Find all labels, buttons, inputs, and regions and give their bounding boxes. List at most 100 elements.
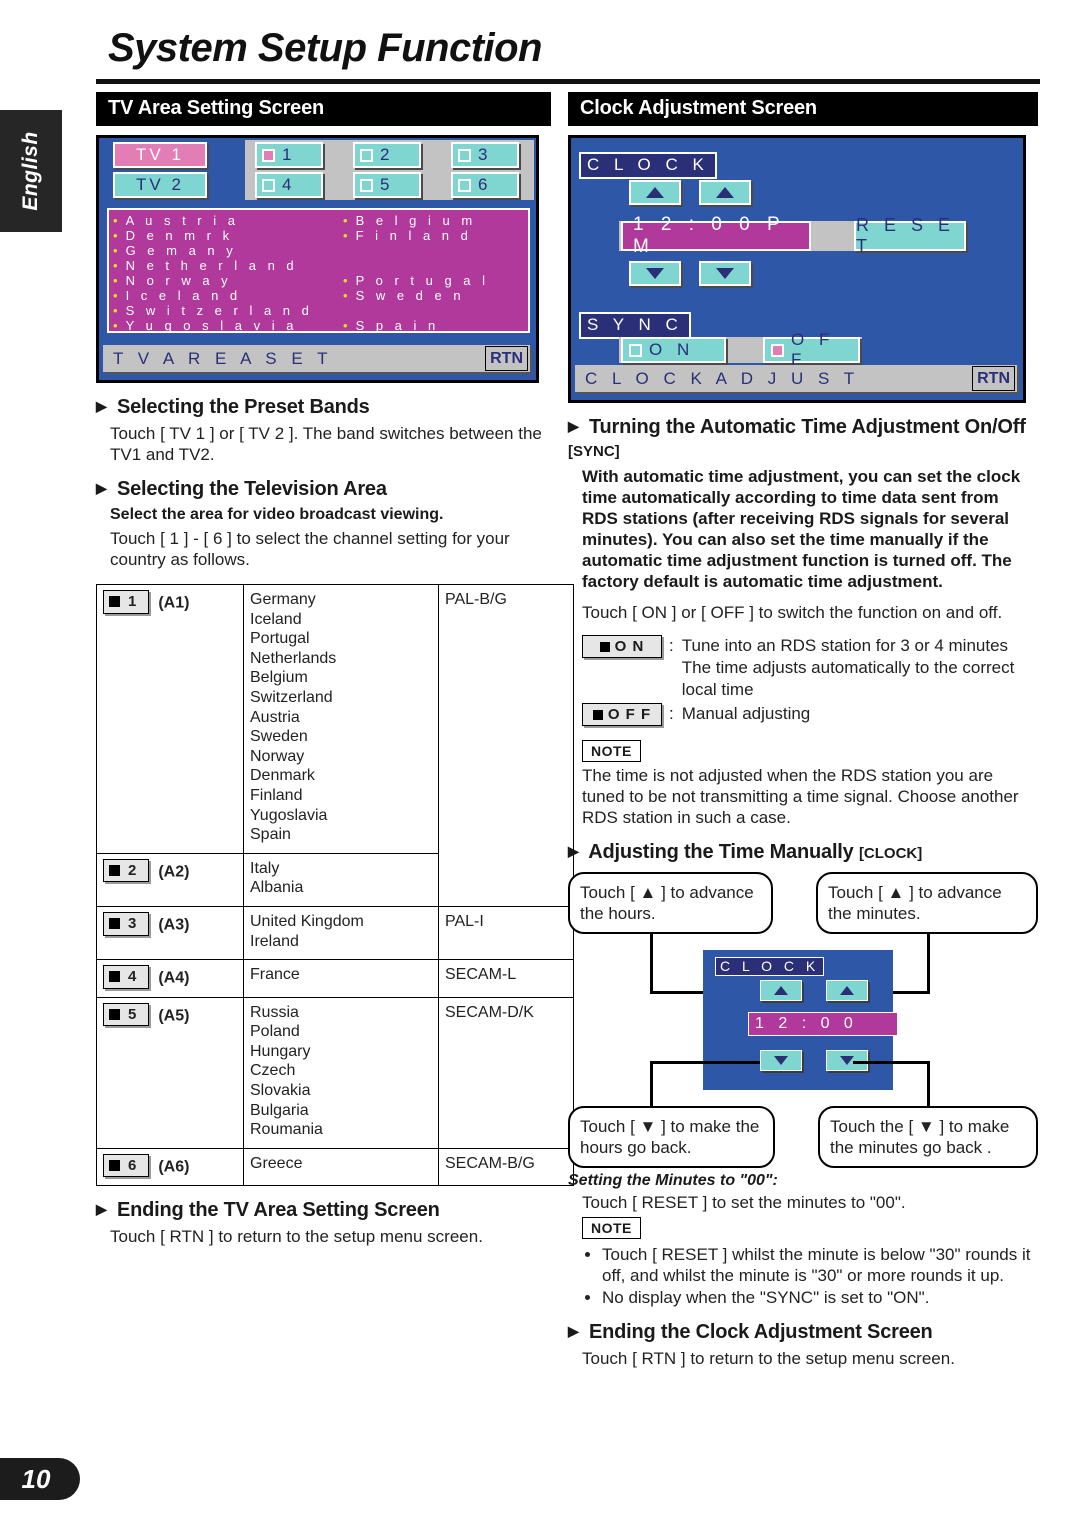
band-button-tv2[interactable]: TV 2 [113,172,207,198]
sync-heading: Turning the Automatic Time Adjustment On… [568,416,1038,462]
table-cell-countries: Italy Albania [243,852,439,907]
sync-on-button[interactable]: O N [621,337,726,363]
clock-screen-return-button[interactable]: RTN [972,366,1015,391]
country-list-row: • A u s t r i a • B e l g i u m [113,213,477,228]
left-section-header: TV Area Setting Screen [96,92,551,126]
preset-button-6[interactable]: 6 [451,172,519,198]
square-icon [109,971,120,983]
bullet-icon: • [113,318,122,333]
triangle-up-icon [840,986,854,995]
preset-chip-6: 6 [103,1153,150,1178]
clock-adjust-screen-illustration: C L O C K 1 2 : 0 0 P M R E S E T S Y N … [568,135,1026,403]
sync-off-button[interactable]: O F F [763,330,860,369]
manual-note-1: Touch [ RESET ] whilst the minute is bel… [602,1244,1038,1286]
mini-hours-up-button[interactable] [760,980,802,1001]
country-list-row: • I c e l a n d • S w e d e n [113,288,465,303]
hours-up-button[interactable] [629,180,681,205]
manual-page: English System Setup Function TV Area Se… [0,0,1080,1535]
country-3: Portugal [250,630,310,648]
country-5: Belgium [250,669,308,687]
title-rule [96,79,1040,84]
sync-definition-list: O N : Tune into an RDS station for 3 or … [582,635,1038,726]
off-description: Manual adjusting [681,704,811,723]
preset-button-3[interactable]: 3 [451,142,519,168]
tv-screen-bottom-bar: T V A R E A S E T RTN [103,345,530,372]
hours-down-button[interactable] [629,261,681,286]
table-row: 3 (A3) United Kingdom Ireland PAL-I [96,905,574,961]
manual-notes-list: Touch [ RESET ] whilst the minute is bel… [588,1244,1038,1308]
country-list-row: • G e m a n y [113,243,237,258]
country-list-panel: • A u s t r i a • B e l g i u m • D e n m r… [107,208,530,333]
manual-adjust-diagram: Touch [ ▲ ] to advance the hours. Touch … [568,872,1038,1168]
square-icon [109,865,120,877]
sync-label-tag: S Y N C [579,312,691,339]
definition-row-on: O N : Tune into an RDS station for 3 or … [582,635,1038,701]
triangle-down-icon [716,268,734,279]
triangle-down-icon [774,1056,788,1065]
on-key-chip[interactable]: O N [582,635,662,658]
mini-minutes-up-button[interactable] [826,980,868,1001]
tv-area-table: 1 (A1) Germany Iceland Portugal Netherla… [96,584,574,1187]
bullet-icon: • [343,288,352,303]
clock-screen-bottom-bar: C L O C K A D J U S T RTN [575,365,1017,392]
preset-button-2[interactable]: 2 [353,142,421,168]
preset-chip-2: 2 [103,858,150,883]
definition-row-off: O F F : Manual adjusting [582,703,1038,726]
area-ref-1: (A1) [158,594,190,612]
table-cell-preset: 1 (A1) [96,584,244,854]
country-list-row: • D e n m r k • F i n l a n d [113,228,472,243]
mini-hours-down-button[interactable] [760,1050,802,1071]
preset-button-1[interactable]: 1 [255,142,323,168]
sync-off-indicator [771,343,784,357]
band-button-tv1[interactable]: TV 1 [113,142,207,168]
table-cell-preset: 2 (A2) [96,852,244,907]
preset-chip-3: 3 [103,911,150,936]
preset-button-4[interactable]: 4 [255,172,323,198]
sync-note-body: The time is not adjusted when the RDS st… [582,766,1019,827]
country-1: Russia [250,1003,299,1021]
left-ending-body: Touch [ RTN ] to return to the setup men… [110,1227,483,1247]
country-1: France [250,966,300,984]
table-row: 1 (A1) Germany Iceland Portugal Netherla… [96,584,574,907]
sync-bold-block: With automatic time adjustment, you can … [582,467,1021,591]
minutes-up-button[interactable] [699,180,751,205]
table-cell-system: SECAM-B/G [438,1147,574,1187]
country-1: Italy [250,859,280,877]
bullet-icon: • [113,258,122,273]
mini-clock-time: 1 2 : 0 0 [748,1012,898,1036]
minutes-subheading: Setting the Minutes to "00": [568,1172,778,1189]
table-row: 6 (A6) Greece SECAM-B/G [96,1147,574,1187]
minutes-down-button[interactable] [699,261,751,286]
tv-screen-return-button[interactable]: RTN [485,346,528,371]
triangle-up-icon [716,187,734,198]
country-5: Slovakia [250,1082,311,1100]
country-12: Yugoslavia [250,806,328,824]
bullet-icon: • [113,273,122,288]
page-title: System Setup Function [108,26,543,70]
table-cell-preset: 6 (A6) [96,1147,244,1187]
preset-4-indicator [262,178,275,192]
television-area-bold: Select the area for video broadcast view… [110,506,444,523]
off-key-chip[interactable]: O F F [582,703,662,726]
preset-button-5[interactable]: 5 [353,172,421,198]
square-icon [592,709,603,720]
country-1: Germany [250,591,316,608]
country-1: United Kingdom [250,912,364,930]
square-icon [109,918,120,930]
sync-heading-key: [SYNC] [568,443,620,460]
table-cell-system: PAL-I [438,905,574,961]
sync-on-indicator [629,343,642,357]
bullet-icon: • [113,288,122,303]
colon-separator: : [669,636,674,655]
country-11: Finland [250,786,303,804]
minutes-body: Touch [ RESET ] to set the minutes to "0… [582,1193,906,1212]
table-cell-preset: 5 (A5) [96,996,244,1149]
reset-button[interactable]: R E S E T [854,215,966,256]
preset-1-indicator [262,148,275,162]
country-10: Denmark [250,767,315,785]
bullet-icon: • [113,243,122,258]
connector-line [650,1061,760,1064]
bullet-icon: • [343,228,352,243]
bullet-icon: • [113,213,122,228]
country-list-row: • N e t h e r l a n d [113,258,298,273]
